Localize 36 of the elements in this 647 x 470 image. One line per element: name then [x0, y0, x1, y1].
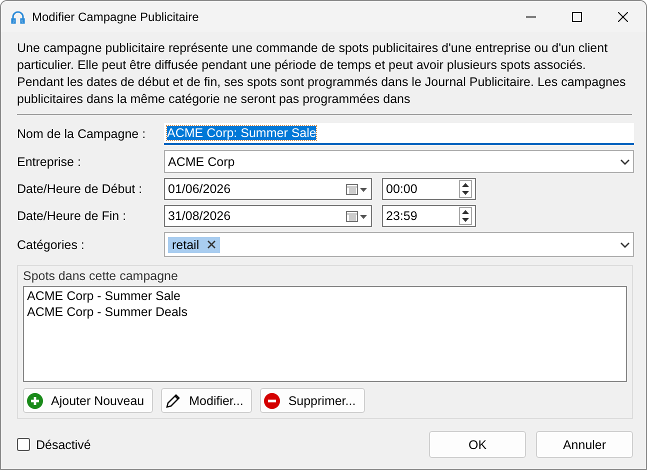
- spots-list[interactable]: ACME Corp - Summer Sale ACME Corp - Summer Deals: [23, 286, 627, 382]
- field-label: Catégories :: [17, 238, 86, 252]
- calendar-icon[interactable]: [346, 183, 368, 195]
- edit-button[interactable]: Modifier...: [161, 388, 252, 413]
- field-label: Date/Heure de Fin :: [17, 209, 128, 223]
- field-label: Nom de la Campagne :: [17, 127, 147, 141]
- list-item[interactable]: ACME Corp - Summer Sale: [27, 288, 623, 304]
- delete-button[interactable]: Supprimer...: [260, 388, 365, 413]
- calendar-icon[interactable]: [346, 210, 368, 222]
- description-text: Une campagne publicitaire représente une commande de spots publicitaires d'une entreprise ou d'un client particulier. Elle peut être diffusée pendant une période de temps et peut avoir plusieurs spots associés. Pendant les dates de début et de fin, ses spots sont programmés dans le Journal Publicitaire. Les campagnes publicitaires dans la même catégorie ne seront pas programmées dans: [17, 40, 627, 108]
- ok-button[interactable]: OK: [429, 431, 526, 458]
- field-label: Entreprise :: [17, 154, 82, 168]
- name-field[interactable]: ACME Corp: Summer Sale: [164, 123, 634, 145]
- categories-field[interactable]: retail: [164, 232, 634, 257]
- cancel-button[interactable]: Annuler: [536, 431, 633, 458]
- checkbox-label: Désactivé: [36, 438, 92, 452]
- time-field[interactable]: 23:59: [382, 205, 476, 227]
- pencil-icon: [165, 392, 182, 408]
- time-field[interactable]: 00:00: [382, 178, 476, 200]
- plus-icon: [27, 392, 43, 408]
- date-field[interactable]: 01/06/2026: [164, 178, 372, 200]
- category-tag[interactable]: retail: [168, 236, 220, 252]
- tag-label: retail: [172, 238, 200, 252]
- list-item[interactable]: ACME Corp - Summer Deals: [27, 304, 623, 320]
- group-title: Spots dans cette campagne: [23, 269, 179, 283]
- minus-icon: [264, 392, 280, 408]
- window-title: Modifier Campagne Publicitaire: [32, 10, 200, 24]
- date-field[interactable]: 31/08/2026: [164, 205, 372, 227]
- add-button[interactable]: Ajouter Nouveau: [23, 388, 154, 413]
- checkbox[interactable]: [17, 438, 30, 451]
- spin-buttons-icon[interactable]: [459, 180, 472, 198]
- headset-icon: [10, 8, 26, 24]
- remove-icon[interactable]: [207, 240, 216, 249]
- spin-buttons-icon[interactable]: [459, 207, 472, 225]
- field-label: Date/Heure de Début :: [17, 182, 144, 196]
- company-dropdown[interactable]: ACME Corp: [164, 150, 634, 173]
